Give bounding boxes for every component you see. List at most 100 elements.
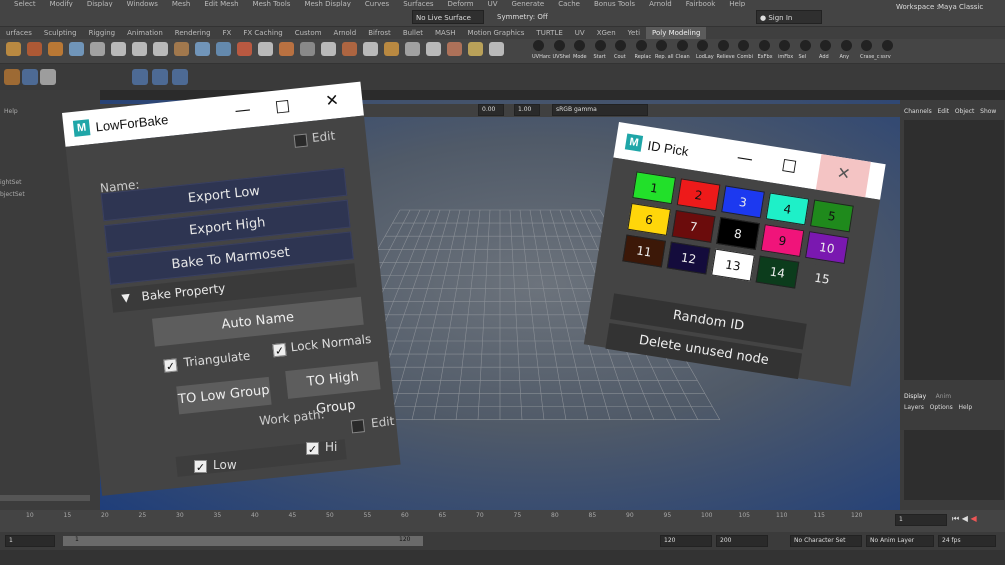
- character-set-dropdown[interactable]: No Character Set: [790, 535, 862, 547]
- id-swatch-9[interactable]: 9: [760, 224, 805, 257]
- shelf-tool-icon[interactable]: [48, 42, 63, 56]
- shelf-tool-icon[interactable]: [90, 42, 105, 56]
- shelf-tool-icon[interactable]: [132, 42, 147, 56]
- go-to-start-icon[interactable]: ⏮: [952, 514, 959, 523]
- exposure-field[interactable]: 0.00: [478, 104, 504, 116]
- lock-normals-checkbox[interactable]: ✓: [272, 342, 287, 358]
- outliner-help-menu[interactable]: Help: [4, 108, 18, 115]
- tool-icon[interactable]: [4, 69, 20, 85]
- fps-dropdown[interactable]: 24 fps: [938, 535, 996, 547]
- id-swatch-13[interactable]: 13: [711, 248, 755, 282]
- gamma-field[interactable]: 1.00: [514, 104, 540, 116]
- script-icon[interactable]: [697, 40, 708, 51]
- hi-checkbox[interactable]: ✓: [306, 442, 319, 456]
- tab-uv[interactable]: UV: [569, 27, 591, 39]
- triangulate-checkbox[interactable]: ✓: [163, 358, 178, 373]
- low-checkbox[interactable]: ✓: [194, 460, 207, 474]
- tab-arnold[interactable]: Arnold: [328, 27, 363, 39]
- menu-generate[interactable]: Generate: [512, 0, 545, 7]
- range-bar[interactable]: 1 120: [63, 536, 423, 546]
- id-swatch-7[interactable]: 7: [671, 209, 716, 243]
- script-icon[interactable]: [758, 40, 770, 51]
- menu-mesh-display[interactable]: Mesh Display: [304, 0, 350, 7]
- help-menu[interactable]: Help: [958, 404, 972, 411]
- end-time-field[interactable]: 120: [660, 535, 712, 547]
- tab-motion-graphics[interactable]: Motion Graphics: [462, 27, 531, 39]
- options-menu[interactable]: Options: [930, 404, 953, 411]
- shelf-tool-icon[interactable]: [342, 42, 357, 56]
- tab-fx-caching[interactable]: FX Caching: [237, 27, 288, 39]
- menu-mesh-tools[interactable]: Mesh Tools: [253, 0, 291, 7]
- script-icon[interactable]: [553, 40, 565, 51]
- channels-menu[interactable]: Channels: [904, 108, 932, 115]
- script-icon[interactable]: [615, 40, 626, 51]
- to-low-group-button[interactable]: TO Low Group: [176, 376, 272, 415]
- shelf-tool-icon[interactable]: [69, 42, 84, 56]
- shelf-tool-icon[interactable]: [363, 42, 378, 56]
- menu-display[interactable]: Display: [87, 0, 113, 7]
- current-frame-field[interactable]: 1: [895, 514, 947, 526]
- workspace-dropdown[interactable]: Maya Classic: [935, 0, 986, 14]
- menu-deform[interactable]: Deform: [448, 0, 474, 7]
- tab-sculpting[interactable]: Sculpting: [38, 27, 83, 39]
- shelf-tool-icon[interactable]: [279, 42, 294, 56]
- tab-turtle[interactable]: TURTLE: [530, 27, 568, 39]
- shelf-tool-icon[interactable]: [258, 42, 273, 56]
- edit-checkbox-top[interactable]: [293, 133, 308, 148]
- script-icon[interactable]: [861, 40, 872, 51]
- sign-in-button[interactable]: ● Sign In: [756, 10, 822, 24]
- id-swatch-14[interactable]: 14: [755, 255, 800, 289]
- layers-menu[interactable]: Layers: [904, 404, 924, 411]
- id-swatch-2[interactable]: 2: [676, 178, 721, 212]
- tab-urfaces[interactable]: urfaces: [0, 27, 38, 39]
- script-icon[interactable]: [635, 40, 647, 51]
- script-icon[interactable]: [656, 40, 667, 51]
- id-swatch-1[interactable]: 1: [632, 171, 677, 205]
- shelf-tool-icon[interactable]: [27, 42, 42, 56]
- script-icon[interactable]: [738, 40, 749, 51]
- shelf-tool-icon[interactable]: [426, 42, 441, 56]
- menu-arnold[interactable]: Arnold: [649, 0, 672, 7]
- shelf-tool-icon[interactable]: [174, 42, 189, 56]
- shelf-tool-icon[interactable]: [6, 42, 21, 56]
- tool-icon[interactable]: [22, 69, 38, 85]
- start-time-field[interactable]: 1: [5, 535, 55, 547]
- menu-fairbook[interactable]: Fairbook: [686, 0, 716, 7]
- play-back-icon[interactable]: ◀: [970, 514, 976, 523]
- tab-rendering[interactable]: Rendering: [169, 27, 217, 39]
- shelf-tool-icon[interactable]: [216, 42, 231, 56]
- tool-icon[interactable]: [152, 69, 168, 85]
- id-swatch-12[interactable]: 12: [666, 241, 711, 275]
- max-time-field[interactable]: 200: [716, 535, 768, 547]
- script-icon[interactable]: [574, 40, 585, 51]
- shelf-tool-icon[interactable]: [195, 42, 210, 56]
- minimize-button[interactable]: —: [722, 139, 767, 181]
- close-button[interactable]: ✕: [311, 83, 354, 121]
- tab-bifrost[interactable]: Bifrost: [362, 27, 397, 39]
- tab-yeti[interactable]: Yeti: [622, 27, 646, 39]
- script-icon[interactable]: [533, 40, 544, 51]
- tab-mash[interactable]: MASH: [429, 27, 462, 39]
- shelf-tool-icon[interactable]: [321, 42, 336, 56]
- tab-rigging[interactable]: Rigging: [83, 27, 122, 39]
- anim-layer-dropdown[interactable]: No Anim Layer: [866, 535, 934, 547]
- menu-cache[interactable]: Cache: [558, 0, 580, 7]
- script-icon[interactable]: [594, 40, 606, 51]
- maximize-button[interactable]: □: [261, 88, 304, 126]
- tab-fx[interactable]: FX: [217, 27, 238, 39]
- edit-menu[interactable]: Edit: [938, 108, 950, 115]
- id-swatch-5[interactable]: 5: [810, 199, 854, 233]
- maximize-button[interactable]: □: [766, 146, 811, 188]
- script-icon[interactable]: [820, 40, 831, 51]
- edit-checkbox-bottom[interactable]: [350, 419, 366, 434]
- outliner-item[interactable]: ightSet: [0, 179, 21, 186]
- shelf-tool-icon[interactable]: [300, 42, 315, 56]
- shelf-tool-icon[interactable]: [237, 42, 252, 56]
- live-surface-field[interactable]: No Live Surface: [412, 10, 484, 24]
- menu-bonus-tools[interactable]: Bonus Tools: [594, 0, 635, 7]
- menu-select[interactable]: Select: [14, 0, 36, 7]
- menu-curves[interactable]: Curves: [365, 0, 389, 7]
- script-icon[interactable]: [881, 40, 893, 51]
- tab-anim[interactable]: Anim: [936, 393, 951, 400]
- tab-bullet[interactable]: Bullet: [397, 27, 429, 39]
